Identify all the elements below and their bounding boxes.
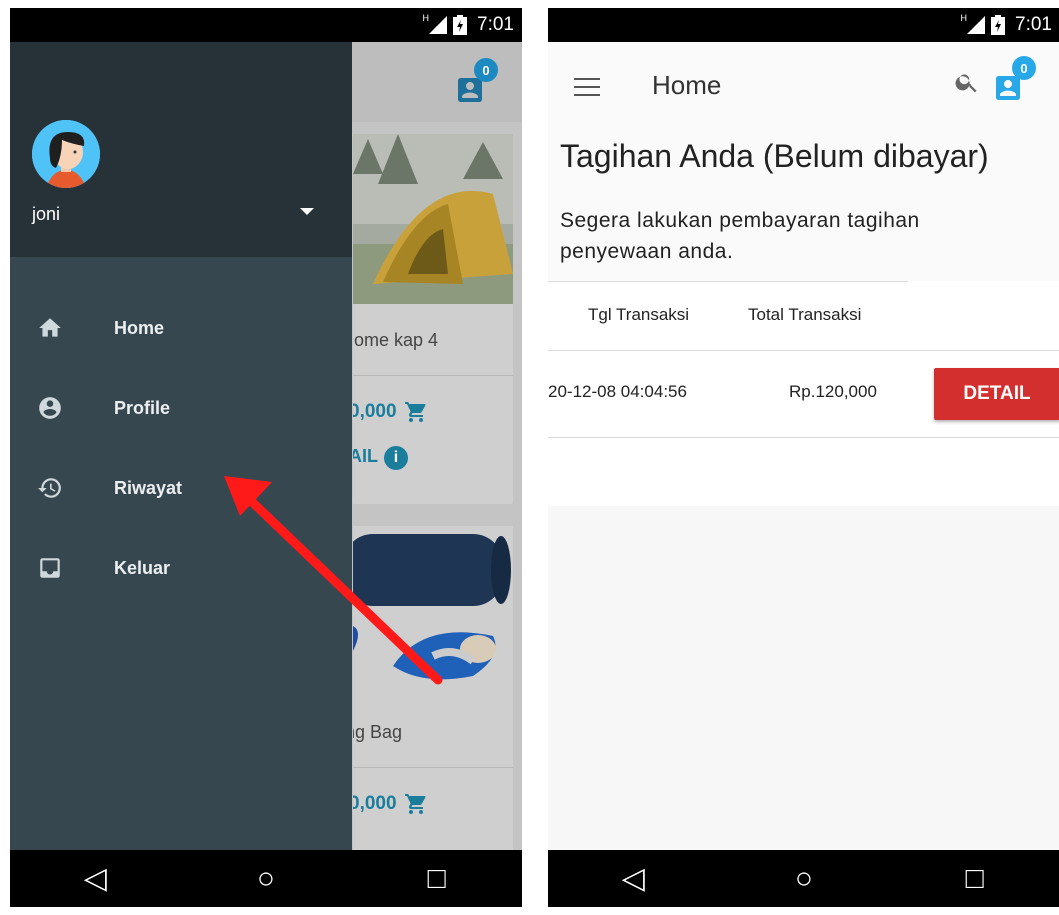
bill-heading: Tagihan Anda (Belum dibayar)	[560, 138, 989, 174]
empty-content-area	[548, 506, 1059, 850]
menu-icon[interactable]	[574, 78, 600, 96]
status-bar: H 7:01	[548, 8, 1059, 42]
column-header-date: Tgl Transaksi	[588, 305, 690, 324]
left-phone-screen: 0 Dome kap 4 0,000	[10, 8, 522, 907]
status-bar: H 7:01	[10, 8, 522, 42]
cart-button[interactable]: 0	[992, 56, 1036, 104]
product-price: 0,000	[353, 768, 513, 816]
network-type: H	[960, 13, 968, 23]
cart-badge: 0	[474, 58, 498, 82]
sleeping-bag-photo	[353, 526, 513, 696]
navigation-drawer: joni Home Profile Riwayat Keluar	[10, 42, 352, 850]
add-to-cart-icon[interactable]	[404, 400, 428, 424]
home-button[interactable]: ○	[774, 862, 834, 896]
drawer-item-label: Profile	[114, 397, 171, 418]
transactions-table: Tgl Transaksi Total Transaksi 20-12-08 0…	[548, 281, 1059, 506]
transaction-date: 20-12-08 04:04:56	[548, 382, 687, 401]
drawer-item-profile[interactable]: Profile	[10, 378, 352, 438]
signal-icon	[967, 16, 986, 34]
tent-photo	[353, 134, 513, 304]
drawer-item-label: Riwayat	[114, 477, 183, 498]
recents-button[interactable]: □	[945, 862, 1005, 896]
description-divider	[548, 281, 908, 282]
search-icon[interactable]	[954, 69, 980, 95]
transaction-total: Rp.120,000	[789, 382, 877, 401]
drawer-item-home[interactable]: Home	[10, 298, 352, 358]
drawer-item-riwayat[interactable]: Riwayat	[10, 458, 352, 518]
system-nav-bar: ◁ ○ □	[548, 850, 1059, 907]
column-header-total: Total Transaksi	[748, 305, 862, 324]
battery-charging-icon	[453, 15, 468, 35]
product-title: ing Bag	[353, 696, 513, 768]
product-card[interactable]: Dome kap 4 0,000 AILi	[353, 134, 513, 504]
signal-icon	[429, 16, 448, 34]
drawer-item-label: Keluar	[114, 557, 171, 578]
avatar[interactable]	[32, 120, 100, 188]
app-bar: Home 0	[548, 42, 1059, 118]
tent-image	[353, 134, 513, 304]
drawer-header: joni	[10, 42, 352, 257]
home-icon	[36, 314, 64, 342]
back-button[interactable]: ◁	[603, 861, 663, 896]
detail-button[interactable]: DETAIL	[934, 368, 1059, 420]
drawer-item-keluar[interactable]: Keluar	[10, 538, 352, 598]
battery-charging-icon	[991, 15, 1006, 35]
history-icon	[36, 474, 64, 502]
drawer-username: joni	[32, 204, 61, 224]
status-time: 7:01	[1015, 14, 1052, 35]
home-button[interactable]: ○	[236, 862, 296, 896]
recents-button[interactable]: □	[407, 862, 467, 896]
inbox-icon	[36, 554, 64, 582]
account-dropdown-icon[interactable]	[300, 208, 314, 215]
network-type: H	[422, 13, 430, 23]
account-circle-icon	[36, 394, 64, 422]
right-phone-screen: Home 0 Tagihan Anda (Belum dibayar) Sege…	[548, 8, 1059, 907]
cart-badge: 0	[1012, 56, 1036, 80]
cart-button[interactable]: 0	[454, 58, 498, 106]
info-icon: i	[384, 446, 408, 470]
status-time: 7:01	[477, 14, 514, 35]
header-divider	[548, 350, 1059, 351]
page-title: Home	[652, 70, 722, 100]
sleeping-bag-image	[353, 526, 513, 696]
system-nav-bar: ◁ ○ □	[10, 850, 522, 907]
product-title: Dome kap 4	[353, 304, 513, 376]
row-divider	[548, 437, 1059, 438]
product-detail-link[interactable]: AIL i	[353, 424, 513, 470]
bill-description: Segera lakukan pembayaran tagihan penyew…	[560, 209, 920, 263]
back-button[interactable]: ◁	[65, 861, 125, 896]
drawer-item-label: Home	[114, 317, 165, 338]
product-price: 0,000	[353, 376, 513, 424]
product-card[interactable]: ing Bag 0,000	[353, 526, 513, 866]
add-to-cart-icon[interactable]	[404, 792, 428, 816]
user-avatar-icon	[32, 120, 100, 188]
